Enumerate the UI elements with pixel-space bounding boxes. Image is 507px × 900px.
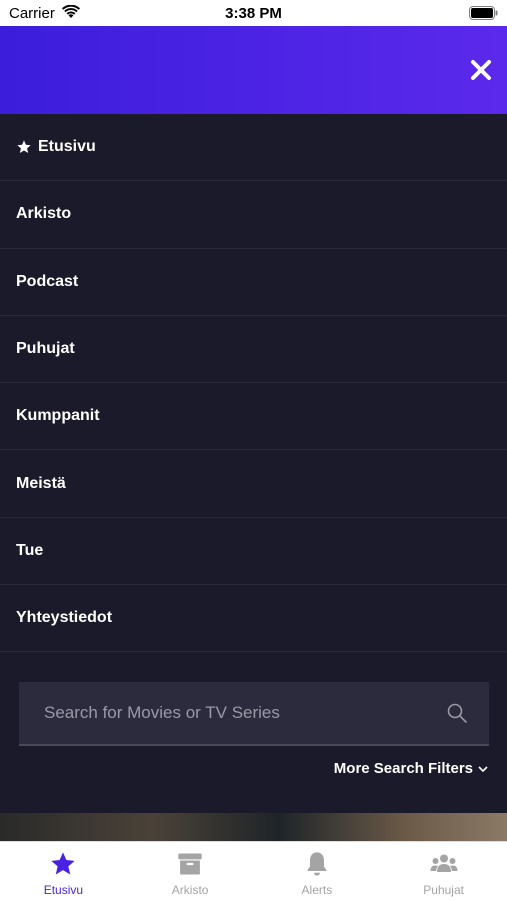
search-placeholder: Search for Movies or TV Series bbox=[44, 703, 280, 722]
menu-item-label: Etusivu bbox=[38, 138, 96, 156]
tab-label: Etusivu bbox=[43, 883, 84, 897]
menu-item-meista[interactable]: Meistä bbox=[0, 450, 507, 518]
status-bar: Carrier 3:38 PM bbox=[0, 0, 507, 26]
tab-label: Puhujat bbox=[423, 883, 464, 897]
menu-item-label: Yhteystiedot bbox=[16, 609, 113, 627]
star-icon bbox=[51, 852, 76, 875]
tab-alerts[interactable]: Alerts bbox=[254, 842, 381, 900]
clock: 3:38 PM bbox=[225, 5, 282, 22]
tab-etusivu[interactable]: Etusivu bbox=[0, 842, 127, 900]
archive-icon bbox=[178, 853, 202, 875]
search-icon[interactable] bbox=[447, 703, 467, 723]
more-search-filters-button[interactable]: More Search Filters bbox=[334, 760, 488, 777]
bell-icon bbox=[307, 852, 327, 876]
tab-label: Arkisto bbox=[171, 883, 209, 897]
navigation-menu: Etusivu Arkisto Podcast Puhujat Kumppani… bbox=[0, 114, 507, 653]
menu-item-label: Puhujat bbox=[16, 340, 75, 358]
users-icon bbox=[430, 854, 458, 872]
menu-item-puhujat[interactable]: Puhujat bbox=[0, 316, 507, 384]
tab-bar: Etusivu Arkisto Alerts Puhujat bbox=[0, 841, 507, 900]
menu-item-label: Podcast bbox=[16, 272, 79, 290]
battery-icon bbox=[469, 6, 498, 20]
menu-item-yhteystiedot[interactable]: Yhteystiedot bbox=[0, 585, 507, 653]
more-search-filters-label: More Search Filters bbox=[333, 760, 473, 777]
tab-label: Alerts bbox=[301, 883, 333, 897]
menu-item-label: Tue bbox=[16, 541, 44, 559]
menu-item-podcast[interactable]: Podcast bbox=[0, 249, 507, 316]
menu-header bbox=[0, 26, 507, 114]
menu-item-label: Meistä bbox=[16, 474, 66, 492]
close-icon[interactable] bbox=[469, 58, 493, 82]
menu-item-etusivu[interactable]: Etusivu bbox=[0, 114, 507, 182]
tab-puhujat[interactable]: Puhujat bbox=[380, 842, 507, 900]
menu-item-arkisto[interactable]: Arkisto bbox=[0, 181, 507, 249]
menu-item-kumppanit[interactable]: Kumppanit bbox=[0, 383, 507, 451]
search-input[interactable]: Search for Movies or TV Series bbox=[19, 682, 489, 746]
menu-item-tue[interactable]: Tue bbox=[0, 518, 507, 586]
chevron-down-icon bbox=[478, 765, 488, 772]
menu-item-label: Arkisto bbox=[16, 205, 72, 223]
background-content-peek bbox=[0, 813, 507, 841]
star-icon bbox=[17, 140, 31, 154]
tab-arkisto[interactable]: Arkisto bbox=[127, 842, 254, 900]
menu-item-label: Kumppanit bbox=[16, 407, 100, 425]
